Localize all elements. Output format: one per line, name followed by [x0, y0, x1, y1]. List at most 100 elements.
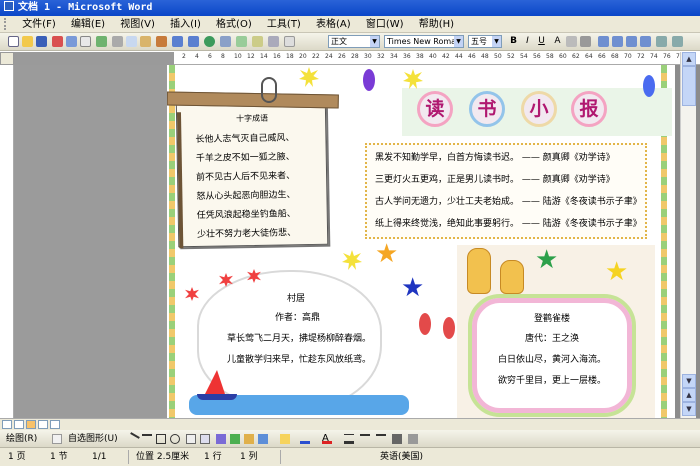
redo-icon[interactable]: [188, 36, 199, 47]
clipart-icon[interactable]: [244, 434, 254, 444]
diagram-icon[interactable]: [230, 434, 240, 444]
table-icon[interactable]: [220, 36, 231, 47]
line-tool-icon[interactable]: [126, 432, 140, 446]
font-combo[interactable]: Times New Roman ▼: [384, 35, 464, 48]
yellow-star-icon: ★: [605, 257, 629, 287]
undo-icon[interactable]: [172, 36, 183, 47]
align-left-icon[interactable]: [598, 36, 609, 47]
ruler-number: 30: [364, 53, 372, 60]
new-document-icon[interactable]: [8, 36, 19, 47]
underline-icon[interactable]: U: [536, 36, 547, 47]
menu-window[interactable]: 窗口(W): [366, 19, 404, 30]
font-color-icon[interactable]: A: [322, 434, 332, 444]
oval-decoration-icon: [443, 317, 455, 339]
quote-line: 三更灯火五更鸡，正是男儿读书时。 —— 颜真卿《劝学诗》: [375, 172, 615, 185]
sun-burst-icon: [403, 69, 423, 89]
format-painter-icon[interactable]: [156, 36, 167, 47]
permission-icon[interactable]: [52, 36, 63, 47]
textbox-tool-icon[interactable]: [186, 434, 196, 444]
arrow-style-icon[interactable]: [376, 434, 386, 444]
normal-view-icon[interactable]: [2, 420, 12, 429]
ruler-number: 22: [312, 53, 320, 60]
quote-author: —— 颜真卿《劝学诗》: [521, 153, 615, 163]
shadow-style-icon[interactable]: [392, 434, 402, 444]
picture-icon[interactable]: [258, 434, 268, 444]
numbering-icon[interactable]: [656, 36, 667, 47]
dash-style-icon[interactable]: [360, 434, 370, 444]
cut-icon[interactable]: [112, 36, 123, 47]
document-page[interactable]: 十字成语 长他人志气灭自己威风、 千羊之皮不如一狐之腋、 前不见古人后不见来者、…: [167, 65, 675, 418]
save-icon[interactable]: [36, 36, 47, 47]
print-icon[interactable]: [66, 36, 77, 47]
vertical-scrollbar[interactable]: ▲ ▼ ▲ ▼: [680, 52, 696, 418]
chevron-down-icon[interactable]: ▼: [454, 36, 463, 47]
ruler-number: 64: [585, 53, 593, 60]
bullets-icon[interactable]: [672, 36, 683, 47]
line-style-icon[interactable]: [344, 434, 354, 444]
wordart-icon[interactable]: [216, 434, 226, 444]
menu-format[interactable]: 格式(O): [216, 19, 252, 30]
menu-insert[interactable]: 插入(I): [170, 19, 201, 30]
vertical-textbox-icon[interactable]: [200, 434, 210, 444]
ruler-number: 2: [182, 53, 186, 60]
draw-menu-button[interactable]: 绘图(R): [6, 430, 37, 448]
scroll-thumb[interactable]: [682, 66, 696, 106]
select-objects-icon[interactable]: [52, 434, 62, 444]
size-combo[interactable]: 五号 ▼: [468, 35, 502, 48]
paperclip-icon: [261, 77, 277, 103]
chevron-down-icon[interactable]: ▼: [370, 36, 379, 47]
poem-right-author: 唐代：王之涣: [524, 334, 579, 344]
char-border-icon[interactable]: A: [552, 36, 563, 47]
header-char: 报: [571, 91, 607, 127]
previous-page-icon[interactable]: ▲: [682, 388, 696, 402]
print-layout-view-icon[interactable]: [26, 420, 36, 429]
3d-style-icon[interactable]: [408, 434, 418, 444]
menu-file[interactable]: 文件(F): [22, 19, 56, 30]
autoshapes-menu-button[interactable]: 自选图形(U): [68, 430, 118, 448]
paste-icon[interactable]: [140, 36, 151, 47]
style-combo[interactable]: 正文 ▼: [328, 35, 380, 48]
print-preview-icon[interactable]: [80, 36, 91, 47]
oval-tool-icon[interactable]: [170, 434, 180, 444]
arrow-tool-icon[interactable]: [142, 434, 152, 444]
align-right-icon[interactable]: [626, 36, 637, 47]
horizontal-scrollbar[interactable]: [0, 418, 700, 430]
menu-edit[interactable]: 编辑(E): [71, 19, 105, 30]
menu-table[interactable]: 表格(A): [316, 19, 351, 30]
line-color-icon[interactable]: [300, 434, 310, 444]
align-center-icon[interactable]: [612, 36, 623, 47]
vertical-ruler[interactable]: [0, 65, 14, 418]
horizontal-ruler[interactable]: 2 4 6 8 10 12 14 16 18 20 22 24 26 28 30 32 34 36 38 40 42 44…: [14, 52, 700, 65]
fill-color-icon[interactable]: [280, 434, 290, 444]
document-map-icon[interactable]: [268, 36, 279, 47]
menu-view[interactable]: 视图(V): [120, 19, 155, 30]
char-scale-icon[interactable]: [580, 36, 591, 47]
columns-icon[interactable]: [236, 36, 247, 47]
tab-selector[interactable]: [0, 52, 14, 65]
scroll-down-icon[interactable]: ▼: [682, 374, 696, 388]
reading-view-icon[interactable]: [50, 420, 60, 429]
bold-icon[interactable]: B: [508, 36, 519, 47]
copy-icon[interactable]: [126, 36, 137, 47]
next-page-icon[interactable]: ▼: [682, 402, 696, 416]
show-marks-icon[interactable]: [284, 36, 295, 47]
spelling-icon[interactable]: [96, 36, 107, 47]
char-shading-icon[interactable]: [566, 36, 577, 47]
justify-icon[interactable]: [640, 36, 651, 47]
italic-icon[interactable]: I: [522, 36, 533, 47]
ruler-number: 74: [650, 53, 658, 60]
status-position: 位置 2.5厘米: [136, 452, 190, 462]
menu-tools[interactable]: 工具(T): [267, 19, 301, 30]
menu-help[interactable]: 帮助(H): [419, 19, 454, 30]
outline-view-icon[interactable]: [38, 420, 48, 429]
rectangle-tool-icon[interactable]: [156, 434, 166, 444]
web-view-icon[interactable]: [14, 420, 24, 429]
scroll-up-icon[interactable]: ▲: [682, 52, 696, 66]
ruler-number: 16: [273, 53, 281, 60]
status-column: 1 列: [240, 452, 258, 462]
open-folder-icon[interactable]: [22, 36, 33, 47]
drawing-icon[interactable]: [252, 36, 263, 47]
ruler-number: 40: [429, 53, 437, 60]
hyperlink-icon[interactable]: [204, 36, 215, 47]
chevron-down-icon[interactable]: ▼: [492, 36, 501, 47]
